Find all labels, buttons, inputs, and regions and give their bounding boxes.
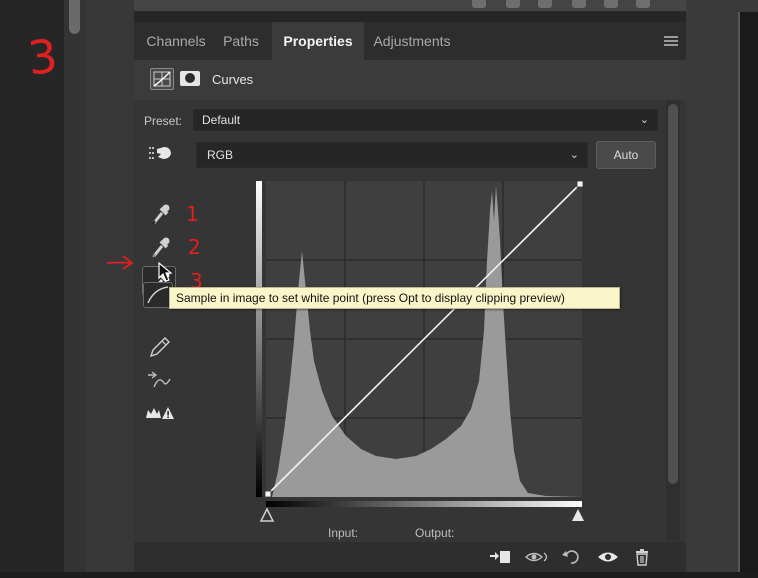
output-gradient-bar	[256, 181, 262, 497]
channel-dropdown[interactable]: RGB ⌄	[196, 142, 588, 168]
reset-icon[interactable]	[560, 548, 582, 571]
document-canvas-area: 3	[0, 0, 64, 578]
panel-tabbar: Channels Paths Properties Adjustments	[134, 22, 686, 60]
curves-properties-content: Preset: Default ⌄ RGB ⌄ Auto 1 2 3	[134, 100, 686, 542]
properties-header: Curves	[134, 60, 686, 100]
panel-menu-icon[interactable]	[664, 36, 678, 46]
input-label: Input:	[328, 526, 359, 540]
curve-point-black[interactable]	[264, 490, 272, 498]
black-point-eyedropper[interactable]	[142, 199, 176, 229]
preset-dropdown[interactable]: Default ⌄	[193, 109, 658, 131]
layer-mask-icon[interactable]	[180, 71, 200, 86]
warning-icon	[146, 407, 174, 419]
panel-gutter	[86, 0, 134, 578]
mouse-cursor-icon	[158, 261, 174, 289]
curve-point-white[interactable]	[576, 180, 584, 188]
upper-panel-icon[interactable]	[572, 0, 586, 8]
window-bottom-edge	[0, 572, 758, 578]
annotation-arrow-icon	[105, 252, 135, 277]
upper-panel-icon[interactable]	[472, 0, 486, 8]
smooth-curve-tool[interactable]	[142, 365, 176, 395]
clipping-warning-tool[interactable]	[142, 398, 176, 428]
upper-panel-icon[interactable]	[604, 0, 618, 8]
preset-label: Preset:	[144, 114, 183, 128]
input-output-readout: Input: Output:	[134, 522, 686, 542]
curve-graph[interactable]	[256, 180, 602, 546]
white-slider-icon[interactable]	[572, 509, 584, 521]
black-slider-icon[interactable]	[259, 507, 275, 522]
tab-channels[interactable]: Channels	[140, 22, 212, 60]
output-label: Output:	[415, 526, 455, 540]
view-previous-icon[interactable]	[524, 548, 550, 571]
panel-scrollbar-thumb[interactable]	[668, 104, 678, 484]
tab-properties[interactable]: Properties	[272, 22, 364, 60]
smooth-icon	[148, 371, 171, 388]
adjustment-title: Curves	[212, 72, 254, 87]
tooltip: Sample in image to set white point (pres…	[169, 287, 620, 309]
annotation-number-1: 1	[186, 202, 199, 226]
upper-panel-icon[interactable]	[636, 0, 650, 8]
visibility-icon[interactable]	[596, 548, 620, 571]
panel-scrollbar[interactable]	[666, 100, 680, 540]
draw-curve-tool[interactable]	[142, 332, 176, 362]
channel-value: RGB	[207, 148, 234, 162]
panel-footer	[134, 542, 686, 572]
pencil-icon	[149, 337, 170, 358]
adjustment-layer-icon[interactable]	[150, 68, 174, 90]
right-panel-frame	[686, 0, 758, 578]
left-scrollbar-thumb[interactable]	[69, 0, 80, 34]
annotation-number-2: 2	[188, 235, 201, 259]
upper-panel-strip	[134, 0, 686, 12]
chevron-down-icon: ⌄	[639, 114, 649, 126]
input-gradient-bar	[266, 501, 582, 507]
annotation-big-number: 3	[25, 28, 61, 86]
preset-value: Default	[202, 113, 241, 127]
tab-adjustments[interactable]: Adjustments	[366, 22, 458, 60]
clip-to-layer-icon[interactable]	[488, 548, 512, 571]
left-scrollbar[interactable]	[64, 0, 86, 578]
chevron-down-icon: ⌄	[569, 149, 579, 161]
upper-panel-icon[interactable]	[506, 0, 520, 8]
tab-paths[interactable]: Paths	[216, 22, 266, 60]
trash-icon[interactable]	[632, 548, 652, 571]
gray-point-eyedropper[interactable]	[142, 232, 176, 262]
eyedropper-icon	[152, 237, 170, 258]
right-dark-strip	[738, 12, 758, 572]
on-image-adjustment-icon[interactable]	[148, 143, 174, 167]
eyedropper-icon	[152, 204, 170, 225]
auto-button[interactable]: Auto	[596, 141, 656, 169]
upper-panel-icon[interactable]	[538, 0, 552, 8]
